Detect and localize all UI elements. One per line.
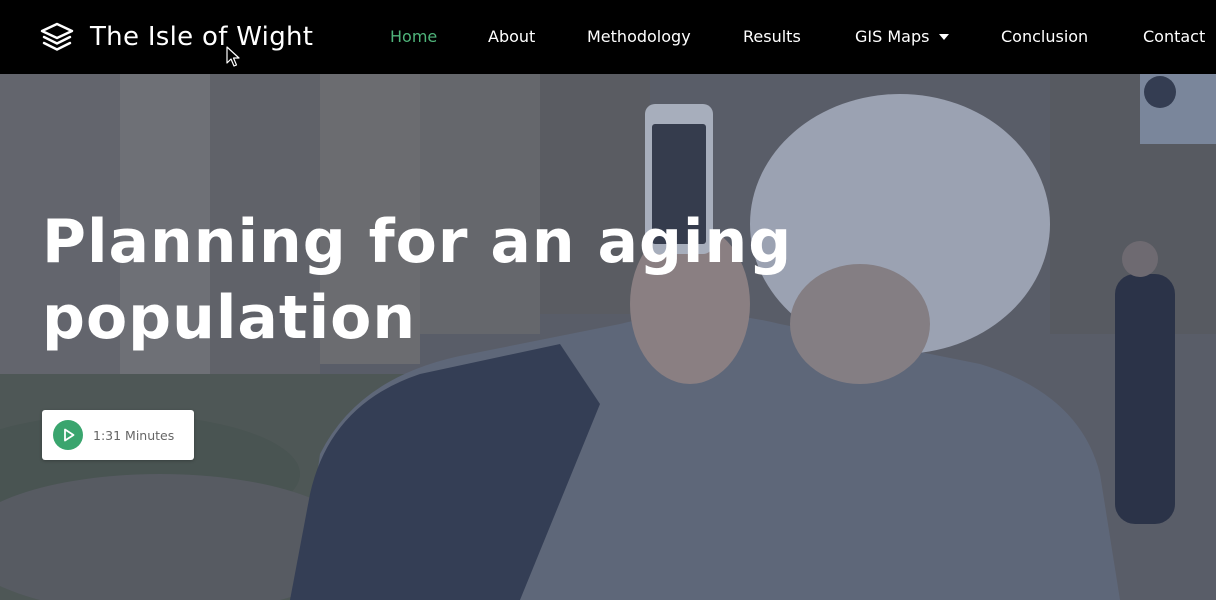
mouse-cursor-icon	[226, 46, 240, 67]
video-duration-label: 1:31 Minutes	[93, 427, 175, 443]
play-video-button[interactable]: 1:31 Minutes	[42, 410, 194, 460]
nav-item-contact[interactable]: Contact	[1143, 27, 1205, 46]
page: The Isle of Wight Home About Methodology…	[0, 0, 1216, 604]
nav-item-about[interactable]: About	[488, 27, 535, 46]
hero-title: Planning for an aging population	[42, 207, 793, 353]
nav-item-results[interactable]: Results	[743, 27, 801, 46]
nav-menu: Home About Methodology Results GIS Maps …	[0, 0, 1216, 74]
nav-item-gis-maps[interactable]: GIS Maps	[855, 27, 950, 46]
play-icon	[53, 420, 83, 450]
nav-item-home[interactable]: Home	[390, 27, 437, 46]
hero-section: Planning for an aging population 1:31 Mi…	[0, 74, 1216, 600]
nav-item-methodology[interactable]: Methodology	[587, 27, 691, 46]
caret-down-icon	[939, 34, 950, 40]
nav-item-gis-maps-label: GIS Maps	[855, 27, 930, 46]
nav-item-conclusion[interactable]: Conclusion	[1001, 27, 1088, 46]
navbar: The Isle of Wight Home About Methodology…	[0, 0, 1216, 74]
